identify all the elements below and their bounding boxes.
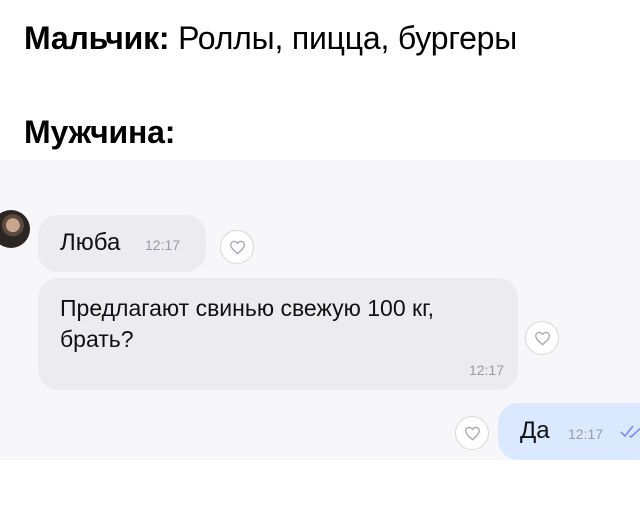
- like-heart-icon[interactable]: [455, 416, 489, 450]
- caption-boy: Мальчик: Роллы, пицца, бургеры: [24, 18, 517, 58]
- sender-time: 12:17: [145, 237, 181, 253]
- message-time: 12:17: [468, 362, 504, 378]
- message-bubble[interactable]: Предлагают свинью свежую 100 кг, брать? …: [38, 278, 518, 390]
- like-heart-icon[interactable]: [525, 321, 559, 355]
- caption-man: Мужчина:: [24, 112, 175, 152]
- caption-man-label: Мужчина:: [24, 114, 176, 150]
- sender-name: Люба: [60, 229, 121, 256]
- sender-bubble[interactable]: Люба 12:17: [38, 215, 206, 272]
- reply-bubble[interactable]: Да 12:17: [498, 403, 640, 460]
- reply-text: Да: [520, 417, 550, 444]
- chat-area: Люба 12:17 Предлагают свинью свежую 100 …: [0, 160, 640, 460]
- reply-time: 12:17: [568, 426, 604, 442]
- double-check-icon: [620, 425, 640, 438]
- caption-boy-label: Мальчик:: [24, 20, 170, 56]
- avatar[interactable]: [0, 210, 30, 248]
- message-text: Предлагают свинью свежую 100 кг, брать?: [60, 295, 435, 352]
- like-heart-icon[interactable]: [220, 230, 254, 264]
- caption-boy-text: Роллы, пицца, бургеры: [178, 20, 518, 56]
